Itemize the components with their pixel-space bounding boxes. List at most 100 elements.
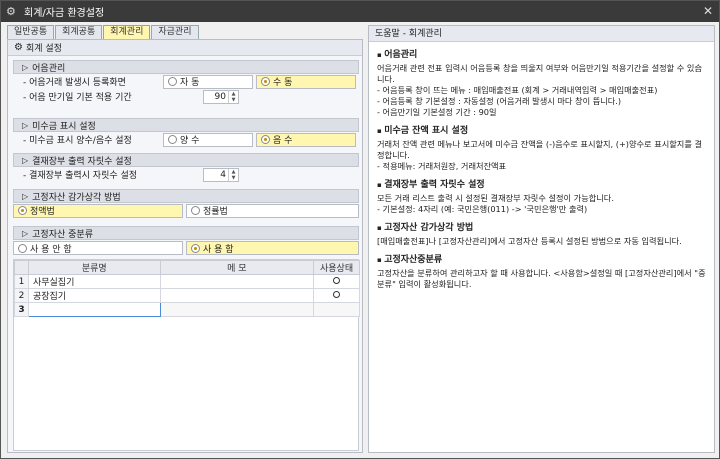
section-title: 고정자산 중분류 [32, 229, 93, 240]
radio-auto[interactable]: 자 동 [163, 74, 253, 89]
radio-dot [191, 243, 200, 253]
help-text: - 적용메뉴: 거래처원장, 거래처잔액표 [377, 161, 507, 171]
section-header: ▷ 어음관리 [13, 60, 359, 74]
section-header: ▷ 고정자산 중분류 [13, 226, 359, 240]
row-label: - 결재장부 출력시 자릿수 설정 [23, 171, 138, 181]
radio-label: 정액법 [30, 207, 55, 217]
table-row[interactable]: 2 공장집기 [14, 288, 360, 303]
title-bar: ⚙ 회계/자금 환경설정 ✕ [1, 1, 719, 22]
row-number: 3 [14, 302, 29, 317]
category-name-cell[interactable] [27, 302, 161, 317]
memo-cell[interactable] [159, 288, 315, 303]
column-header[interactable]: 분류명 [27, 260, 161, 275]
depreciation-row: 정액법 정률법 [13, 203, 359, 218]
gear-icon: ⚙ [14, 42, 23, 53]
subcategory-usage-row: 사 용 안 함 사 용 함 [13, 240, 359, 256]
category-name-cell[interactable]: 공장집기 [27, 288, 161, 303]
help-text: [매입매출전표]나 [고정자산관리]에서 고정자산 등록시 설정된 방법으로 자… [377, 236, 682, 246]
radio-not-use[interactable]: 사 용 안 함 [13, 241, 183, 255]
settings-panel: ⚙ 회계 설정 ▷ 어음관리 - 어음거래 발생시 등록화면 자 동 수 동 -… [7, 39, 363, 453]
section-header: ▷ 결재장부 출력 자릿수 설정 [13, 153, 359, 167]
stepper-value: 4 [220, 169, 226, 180]
help-section-title: 고정자산중분류 [377, 255, 706, 266]
radio-label: 사 용 함 [203, 244, 234, 255]
row-number: 2 [14, 288, 29, 303]
tab-general-common[interactable]: 일반공통 [7, 25, 55, 39]
ledger-digits-stepper[interactable]: 4 ▲ ▼ [203, 167, 239, 182]
radio-dot [18, 243, 27, 253]
help-content: 어음관리 어음거래 관련 전표 입력시 어음등록 창을 띄울지 여부와 어음만기… [369, 42, 714, 296]
section-title: 고정자산 감가상각 방법 [32, 192, 121, 203]
triangle-right-icon: ▷ [22, 155, 29, 165]
help-section-title: 미수금 잔액 표시 설정 [377, 126, 706, 137]
section-ledger-digits: ▷ 결재장부 출력 자릿수 설정 - 결재장부 출력시 자릿수 설정 4 ▲ ▼ [13, 153, 359, 182]
table-row[interactable]: 1 사무실집기 [14, 274, 360, 289]
tab-accounting-common[interactable]: 회계공통 [55, 25, 103, 39]
stepper-value: 90 [214, 91, 226, 102]
help-text: - 어음등록 창 기본설정 : 자동설정 (어음거래 발생시 마다 창이 뜹니다… [377, 96, 622, 106]
spin-arrows-icon[interactable]: ▲ ▼ [228, 168, 238, 181]
section-title: 어음관리 [32, 63, 66, 74]
table-row[interactable]: 3 [14, 302, 360, 317]
triangle-right-icon: ▷ [22, 62, 29, 72]
help-text: 거래처 잔액 관련 메뉴나 보고서에 미수금 잔액을 (-)음수로 표시할지, … [377, 139, 702, 160]
section-header: ▷ 미수금 표시 설정 [13, 118, 359, 132]
subcategory-grid-area: 분류명 메 모 사용상태 1 사무실집기 2 공장집기 3 [13, 259, 360, 451]
section-title: 결재장부 출력 자릿수 설정 [32, 156, 132, 167]
row-number-header [14, 260, 29, 275]
receivable-sign-row: - 미수금 표시 양수/음수 설정 양 수 음 수 [13, 132, 359, 147]
radio-declining-balance[interactable]: 정률법 [186, 203, 359, 218]
triangle-right-icon: ▷ [22, 228, 29, 238]
radio-label: 정률법 [203, 207, 228, 217]
settings-window: ⚙ 회계/자금 환경설정 ✕ 일반공통 회계공통 회계관리 자금관리 ⚙ 회계 … [0, 0, 720, 459]
radio-dot [261, 77, 270, 86]
radio-dot [18, 206, 27, 215]
help-text: - 어음만기일 기본설정 기간 : 90일 [377, 107, 497, 117]
radio-dot [168, 135, 177, 144]
status-cell[interactable] [313, 274, 360, 289]
category-name-cell[interactable]: 사무실집기 [27, 274, 161, 289]
column-header[interactable]: 메 모 [159, 260, 315, 275]
memo-cell[interactable] [159, 274, 315, 289]
bill-register-row: - 어음거래 발생시 등록화면 자 동 수 동 [13, 74, 359, 89]
radio-positive[interactable]: 양 수 [163, 132, 253, 147]
radio-use[interactable]: 사 용 함 [186, 241, 359, 255]
gear-icon: ⚙ [6, 5, 16, 18]
spin-arrows-icon[interactable]: ▲ ▼ [228, 90, 238, 103]
help-text: - 어음등록 창이 뜨는 메뉴 : 매입매출전표 (회계 > 거래내역입력 > … [377, 85, 658, 95]
help-section-title: 결재장부 출력 자릿수 설정 [377, 180, 706, 191]
section-asset-subcategory: ▷ 고정자산 중분류 사 용 안 함 사 용 함 분류명 메 모 사용상태 1 … [13, 226, 360, 451]
triangle-right-icon: ▷ [22, 191, 29, 201]
section-title: 미수금 표시 설정 [32, 121, 96, 132]
tab-fund-management[interactable]: 자금관리 [151, 25, 199, 39]
help-header: 도움말 - 회계관리 [369, 26, 714, 42]
tab-accounting-management[interactable]: 회계관리 [103, 25, 151, 39]
row-number: 1 [14, 274, 29, 289]
status-cell[interactable] [313, 302, 360, 317]
radio-negative[interactable]: 음 수 [256, 132, 356, 147]
radio-dot [261, 135, 270, 144]
memo-cell[interactable] [159, 302, 315, 317]
radio-dot [168, 77, 177, 86]
radio-label: 수 동 [273, 78, 293, 88]
close-button[interactable]: ✕ [703, 4, 713, 18]
radio-straight-line[interactable]: 정액법 [13, 203, 183, 218]
section-header: ▷ 고정자산 감가상각 방법 [13, 189, 359, 203]
subcategory-table: 분류명 메 모 사용상태 1 사무실집기 2 공장집기 3 [14, 260, 360, 317]
help-panel: 도움말 - 회계관리 어음관리 어음거래 관련 전표 입력시 어음등록 창을 띄… [368, 25, 715, 453]
help-text: 고정자산을 분류하여 관리하고자 할 때 사용합니다. <사용함>설정일 때 [… [377, 268, 706, 289]
triangle-right-icon: ▷ [22, 120, 29, 130]
radio-manual[interactable]: 수 동 [256, 74, 356, 89]
radio-label: 음 수 [273, 136, 293, 146]
section-receivable-display: ▷ 미수금 표시 설정 - 미수금 표시 양수/음수 설정 양 수 음 수 [13, 118, 359, 147]
help-text: - 기본설정: 4자리 (예: 국민은행(011) -> '국민은행'만 출력) [377, 204, 588, 214]
help-section-title: 어음관리 [377, 50, 706, 61]
tab-bar: 일반공통 회계공통 회계관리 자금관리 [7, 25, 200, 39]
column-header[interactable]: 사용상태 [313, 260, 360, 275]
settings-header: ⚙ 회계 설정 [8, 40, 362, 56]
row-label: - 미수금 표시 양수/음수 설정 [23, 136, 132, 146]
status-cell[interactable] [313, 288, 360, 303]
maturity-period-stepper[interactable]: 90 ▲ ▼ [203, 89, 239, 104]
section-bill-management: ▷ 어음관리 - 어음거래 발생시 등록화면 자 동 수 동 - 어음 만기일 … [13, 60, 359, 104]
help-text: 모든 거래 리스트 출력 시 설정된 결재장부 자릿수 설정이 가능합니다. [377, 193, 614, 203]
